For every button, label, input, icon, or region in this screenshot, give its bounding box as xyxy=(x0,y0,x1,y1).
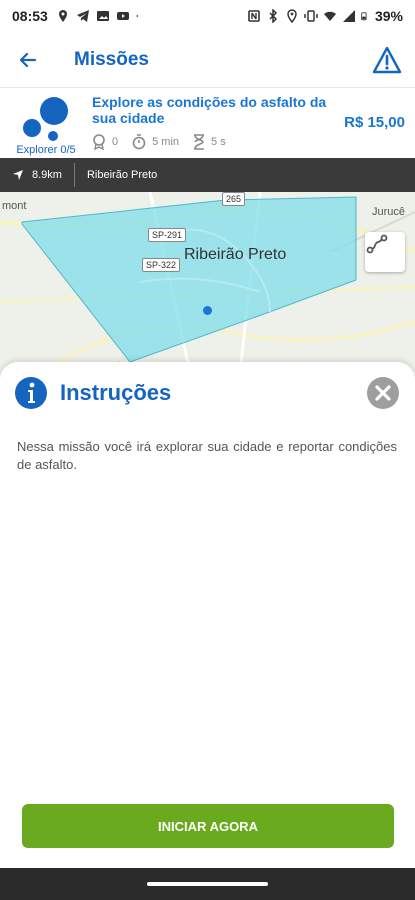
bluetooth-icon xyxy=(269,9,278,23)
wifi-icon xyxy=(323,11,336,21)
signal-icon xyxy=(342,10,355,22)
vibrate-icon xyxy=(304,10,318,22)
youtube-icon xyxy=(116,12,129,20)
start-now-button[interactable]: INICIAR AGORA xyxy=(22,804,394,848)
mission-title: Explore as condições do asfalto da sua c… xyxy=(92,94,327,126)
home-gesture-handle[interactable] xyxy=(147,882,268,886)
telegram-icon xyxy=(76,10,89,22)
mission-stats: 0 5 min 5 s xyxy=(92,134,234,150)
app-header: Missões xyxy=(0,32,415,88)
status-time: 08:53 xyxy=(12,8,48,24)
route-button[interactable] xyxy=(365,232,405,272)
mission-summary[interactable]: Explorer 0/5 Explore as condições do asf… xyxy=(0,88,415,158)
page-title: Missões xyxy=(74,48,149,70)
map-label-east: Jurucê xyxy=(372,206,406,218)
medal-icon xyxy=(93,134,105,150)
gallery-icon xyxy=(96,11,109,21)
location-icon xyxy=(287,9,297,23)
mission-duration: 5 min xyxy=(152,136,180,148)
stopwatch-icon xyxy=(132,134,146,150)
explorer-level: Explorer 0/5 xyxy=(16,144,76,156)
nfc-icon xyxy=(248,10,260,22)
instructions-text: Nessa missão você irá explorar sua cidad… xyxy=(17,439,397,472)
battery-level: 39% xyxy=(374,8,403,24)
maps-pin-icon xyxy=(58,10,67,22)
route-icon xyxy=(366,234,388,254)
system-nav-bar xyxy=(0,868,415,900)
mission-time-limit: 5 s xyxy=(211,136,226,148)
city-value: Ribeirão Preto xyxy=(86,169,158,181)
distance-value: 8.9km xyxy=(32,169,62,181)
hourglass-icon xyxy=(194,134,205,150)
arrow-left-icon xyxy=(19,52,37,67)
dot-icon xyxy=(136,15,138,17)
warning-triangle-icon xyxy=(372,46,402,73)
status-bar: 08:53 39% xyxy=(0,0,415,32)
sheet-header: Instruções xyxy=(14,376,171,410)
battery-icon xyxy=(361,12,367,21)
info-icon xyxy=(15,377,47,409)
instructions-title: Instruções xyxy=(60,380,172,405)
instructions-sheet: Instruções Nessa missão você irá explora… xyxy=(0,362,415,868)
explorer-logo-icon xyxy=(23,97,68,141)
navigation-arrow-icon xyxy=(13,170,23,180)
report-problem-button[interactable] xyxy=(359,32,415,88)
road-badge-sp291: SP-291 xyxy=(148,228,187,242)
badge-count: 0 xyxy=(112,136,119,148)
user-location-marker xyxy=(203,306,212,315)
location-bar: 8.9km Ribeirão Preto xyxy=(0,158,415,192)
map-label-west: mont xyxy=(2,200,27,212)
map-city-label: Ribeirão Preto xyxy=(184,246,287,263)
road-badge-sp322: SP-322 xyxy=(142,258,181,272)
road-badge-265: 265 xyxy=(222,192,246,206)
mission-price: R$ 15,00 xyxy=(344,114,405,131)
back-button[interactable] xyxy=(0,32,56,88)
close-button[interactable] xyxy=(366,376,400,410)
